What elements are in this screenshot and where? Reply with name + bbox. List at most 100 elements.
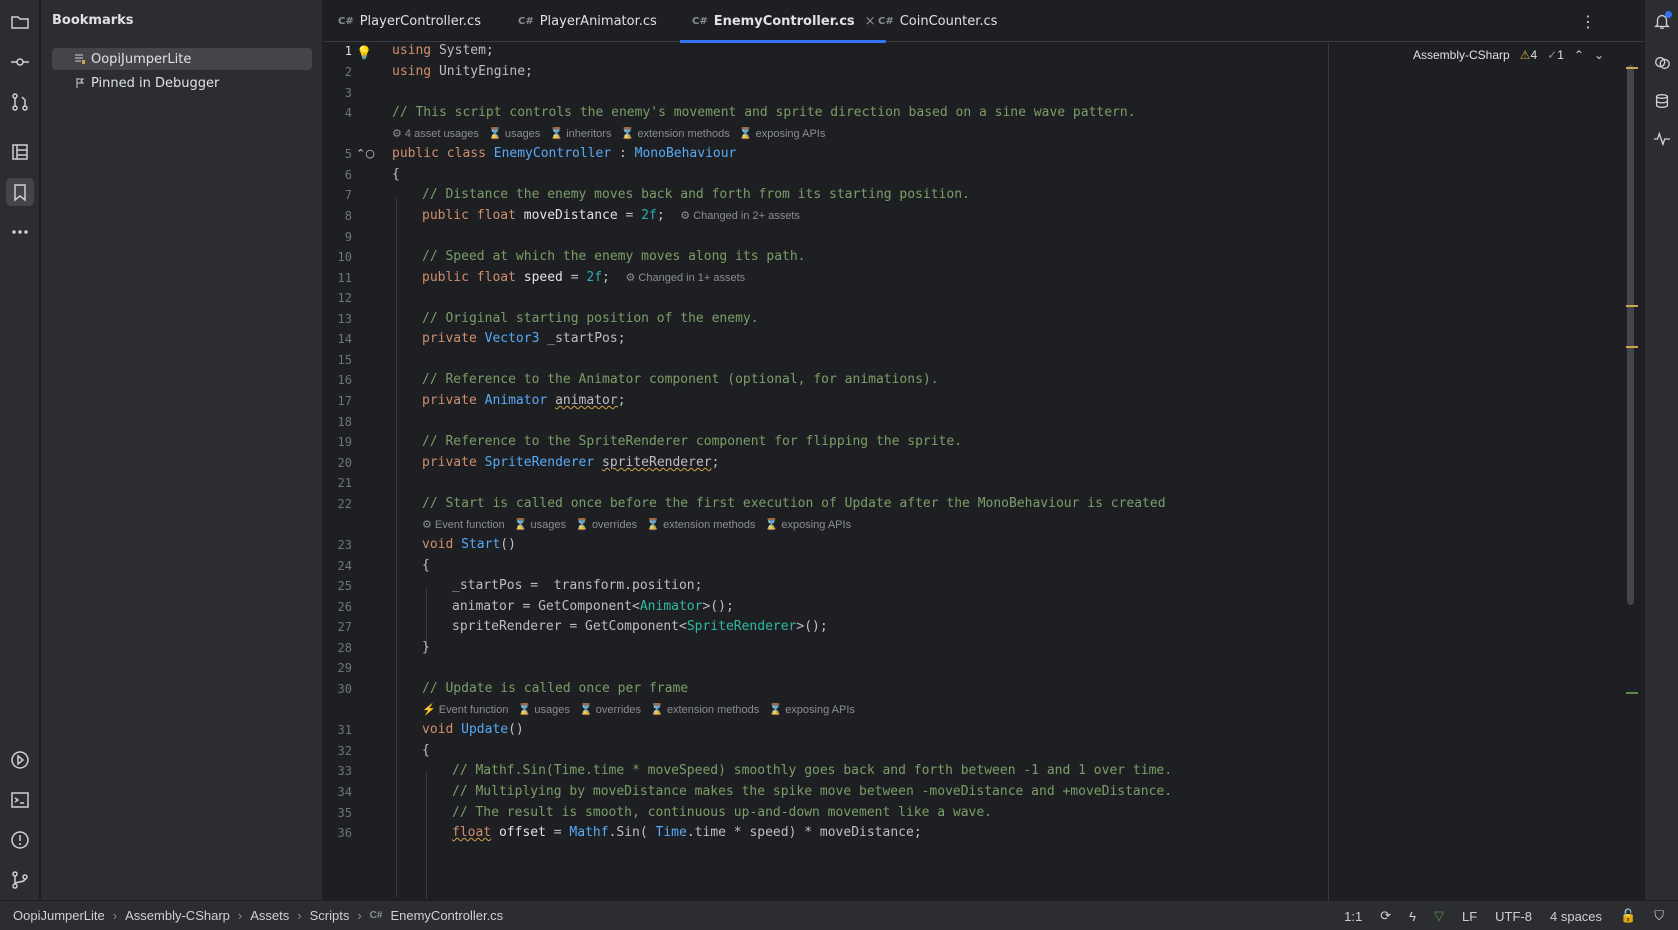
commit-icon[interactable]: [6, 48, 34, 76]
breadcrumb-item[interactable]: EnemyController.cs: [390, 908, 503, 923]
info-stripe[interactable]: [1626, 692, 1638, 694]
status-widgets: 1:1 ⟳ ϟ ▽ LF UTF-8 4 spaces 🔓 ⛉: [1344, 908, 1664, 924]
line-number-gutter: 1 2 3 4 5 6 7 8 9 10 11 12 13 14 15 16 17 18 19 20 21 22 23 24 2…: [324, 43, 390, 900]
line-number: 10: [337, 250, 352, 264]
line-number: 7: [344, 188, 352, 202]
project-folder-icon[interactable]: [6, 8, 34, 36]
left-tool-strip: [0, 0, 40, 900]
line-number: 30: [337, 682, 352, 696]
line-number: 13: [337, 312, 352, 326]
code-comment: // Start is called once before the first…: [422, 496, 1166, 511]
chevron-right-icon: ›: [297, 908, 302, 923]
warning-stripe[interactable]: [1626, 305, 1638, 307]
tab-label: EnemyController.cs: [713, 13, 855, 29]
line-number: 16: [337, 373, 352, 387]
code-line: {: [422, 743, 430, 758]
line-number: 24: [337, 559, 352, 573]
chevron-right-icon: ›: [112, 908, 118, 923]
inspections-icon[interactable]: ▽: [1434, 908, 1444, 924]
line-number: 1: [344, 44, 352, 58]
bulb-icon[interactable]: 💡: [356, 46, 372, 61]
tab-label: PlayerController.cs: [359, 13, 481, 29]
ai-assistant-icon[interactable]: [1649, 50, 1675, 76]
indent-setting[interactable]: 4 spaces: [1550, 909, 1602, 924]
warning-stripe[interactable]: [1626, 67, 1638, 69]
code-comment: // Original starting position of the ene…: [422, 311, 759, 326]
csharp-file-icon: C#: [338, 15, 354, 27]
line-number: 14: [337, 332, 352, 346]
line-number: 26: [337, 600, 352, 614]
breadcrumb-item[interactable]: Assets: [250, 908, 289, 923]
tab-playeranimator[interactable]: C# PlayerAnimator.cs: [518, 0, 657, 42]
line-number: 31: [337, 723, 352, 737]
panel-title: Bookmarks: [52, 13, 134, 28]
csharp-file-icon: C#: [878, 15, 894, 27]
code-comment: // Mathf.Sin(Time.time * moveSpeed) smoo…: [452, 763, 1173, 778]
vertical-scrollbar[interactable]: [1627, 65, 1634, 605]
code-vision-hint[interactable]: ⚡ Event function ⌛ usages ⌛ overrides ⌛ …: [422, 701, 855, 719]
caret-position[interactable]: 1:1: [1344, 909, 1362, 924]
chevron-right-icon: ›: [237, 908, 243, 923]
git-icon[interactable]: [6, 866, 34, 894]
code-line: public class EnemyController : MonoBehav…: [392, 146, 737, 161]
breadcrumb-item[interactable]: OopiJumperLite: [13, 908, 105, 923]
lock-icon[interactable]: 🔓: [1620, 908, 1636, 924]
line-number: 32: [337, 744, 352, 758]
tab-label: CoinCounter.cs: [899, 13, 998, 29]
line-number: 19: [337, 435, 352, 449]
sync-icon[interactable]: ⟳: [1380, 908, 1391, 924]
line-ending[interactable]: LF: [1462, 909, 1477, 924]
shield-icon[interactable]: ⛉: [1654, 908, 1664, 924]
file-encoding[interactable]: UTF-8: [1495, 909, 1532, 924]
warning-stripe[interactable]: [1626, 346, 1638, 348]
code-vision-hint[interactable]: ⚙ 4 asset usages ⌛ usages ⌛ inheritors ⌛…: [392, 125, 825, 143]
code-comment: // Reference to the SpriteRenderer compo…: [422, 434, 963, 449]
csharp-file-icon: C#: [692, 15, 708, 27]
bookmark-list-oopijumperlite[interactable]: OopiJumperLite: [52, 48, 312, 70]
breadcrumb-item[interactable]: Scripts: [310, 908, 350, 923]
tab-options-icon[interactable]: ⋮: [1580, 12, 1596, 31]
bookmarks-icon[interactable]: [6, 178, 34, 206]
more-tools-icon[interactable]: [6, 218, 34, 246]
status-bar: OopiJumperLite › Assembly-CSharp › Assets ›…: [0, 900, 1678, 930]
terminal-icon[interactable]: [6, 786, 34, 814]
structure-icon[interactable]: [6, 138, 34, 166]
implements-marker-icon[interactable]: ⌃○: [356, 147, 375, 160]
profiler-icon[interactable]: [1649, 126, 1675, 152]
tab-enemycontroller[interactable]: C# EnemyController.cs ×: [680, 0, 886, 43]
close-tab-icon[interactable]: ×: [865, 14, 876, 29]
code-vision-hint[interactable]: ⚙ Event function ⌛ usages ⌛ overrides ⌛ …: [422, 516, 851, 534]
breadcrumb-item[interactable]: Assembly-CSharp: [125, 908, 230, 923]
csharp-file-icon: C#: [369, 910, 383, 921]
tab-label: PlayerAnimator.cs: [539, 13, 657, 29]
tab-coincounter[interactable]: C# CoinCounter.cs: [878, 0, 997, 42]
problems-icon[interactable]: [6, 826, 34, 854]
bookmark-list-label: OopiJumperLite: [91, 51, 192, 67]
bookmark-list-pinned[interactable]: Pinned in Debugger: [52, 72, 312, 94]
code-line: private Vector3 _startPos;: [422, 331, 626, 346]
code-line: void Update(): [422, 722, 524, 737]
code-line: using UnityEngine;: [392, 64, 533, 79]
code-line: private SpriteRenderer spriteRenderer;: [422, 455, 720, 470]
line-number: 8: [344, 209, 352, 223]
pull-requests-icon[interactable]: [6, 88, 34, 116]
code-editor[interactable]: Assembly-CSharp ⚠4 ✓1 ⌃ ⌄ 1 2 3 4 5 6 7 8 9 10 11 1…: [324, 43, 1644, 900]
ai-icon[interactable]: ϟ: [1409, 909, 1416, 924]
code-line: spriteRenderer = GetComponent<SpriteRend…: [452, 619, 828, 634]
code-area[interactable]: using System; using UnityEngine; // This…: [392, 43, 1604, 900]
notifications-icon[interactable]: [1649, 8, 1675, 34]
line-number: 29: [337, 661, 352, 675]
code-comment: // Reference to the Animator component (…: [422, 372, 939, 387]
line-number: 6: [344, 168, 352, 182]
line-number: 36: [337, 826, 352, 840]
notification-dot: [1665, 11, 1672, 18]
code-line: public float moveDistance = 2f; ⚙ Change…: [422, 208, 800, 223]
line-number: 15: [337, 353, 352, 367]
line-number: 5: [344, 147, 352, 161]
run-icon[interactable]: [6, 746, 34, 774]
editor-tabs: C# PlayerController.cs C# PlayerAnimator…: [324, 0, 1644, 43]
code-line: void Start(): [422, 537, 516, 552]
line-number: 35: [337, 806, 352, 820]
database-icon[interactable]: [1649, 88, 1675, 114]
tab-playercontroller[interactable]: C# PlayerController.cs: [338, 0, 481, 42]
